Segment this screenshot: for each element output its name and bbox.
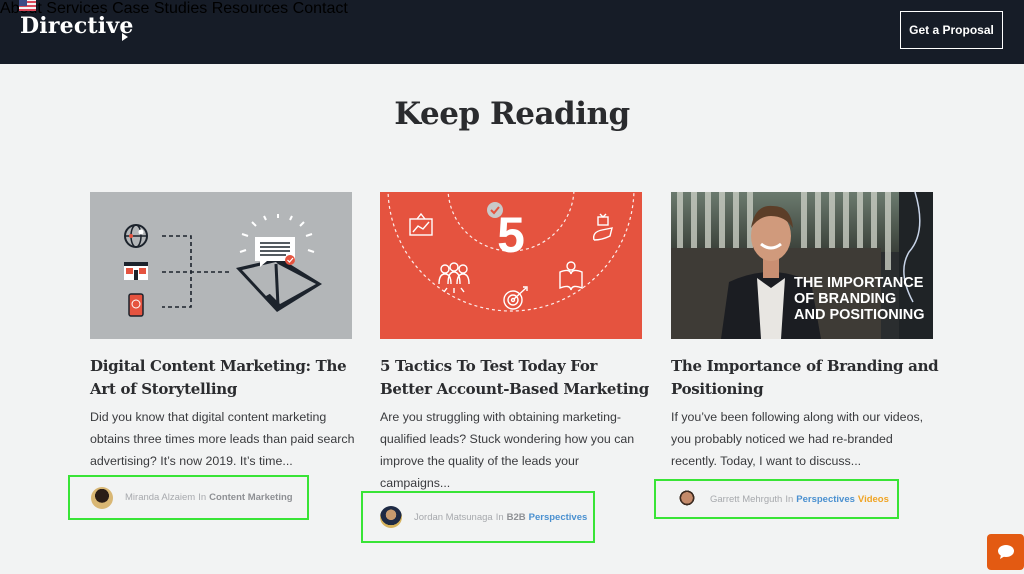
article-meta: Miranda Alzaiem In Content Marketing [68, 475, 309, 520]
abm-tactics-illustration: 5 [387, 192, 635, 312]
author-avatar [91, 486, 113, 509]
category-link[interactable]: Perspectives [796, 494, 855, 505]
article-excerpt: Are you struggling with obtaining market… [380, 410, 635, 490]
category-link[interactable]: B2B [507, 512, 526, 523]
site-header: Directive About Services Case Studies Re… [0, 0, 1024, 64]
svg-text:AND POSITIONING: AND POSITIONING [794, 307, 925, 323]
check-badge-icon [487, 202, 503, 218]
article-excerpt: If you’ve been following along with our … [671, 410, 924, 468]
category-link[interactable]: Perspectives [529, 512, 588, 523]
category-link[interactable]: Content Marketing [209, 492, 292, 503]
webpage-icon [124, 262, 148, 280]
nav-contact[interactable]: Contact [293, 0, 348, 17]
chat-bubble-icon [997, 545, 1014, 559]
section-title: Keep Reading [394, 96, 630, 132]
svg-text:THE IMPORTANCE: THE IMPORTANCE [794, 275, 924, 291]
get-proposal-button[interactable]: Get a Proposal [900, 11, 1003, 49]
open-book-icon [236, 258, 322, 312]
article-thumbnail[interactable]: 5 [380, 192, 642, 339]
svg-text:OF BRANDING: OF BRANDING [794, 291, 896, 307]
article-meta: Garrett Mehrguth In Perspectives Videos [654, 479, 899, 519]
article-thumbnail[interactable] [90, 192, 352, 339]
in-label: In [495, 511, 504, 523]
reader-icon [559, 261, 583, 291]
author-name[interactable]: Miranda Alzaiem [125, 492, 195, 503]
gift-hand-icon [592, 213, 613, 241]
nav-resources[interactable]: Resources [212, 0, 288, 17]
article-title[interactable]: Digital Content Marketing: The Art of St… [90, 355, 360, 401]
author-avatar [676, 488, 698, 510]
article-thumbnail[interactable]: THE IMPORTANCE OF BRANDING AND POSITIONI… [671, 192, 933, 339]
branding-video-thumbnail: THE IMPORTANCE OF BRANDING AND POSITIONI… [671, 192, 933, 339]
author-name[interactable]: Garrett Mehrguth [710, 494, 782, 505]
article-excerpt: Did you know that digital content market… [90, 410, 355, 468]
in-label: In [198, 492, 207, 503]
phone-icon [128, 293, 144, 317]
chat-widget-button[interactable] [987, 534, 1024, 570]
article-meta: Jordan Matsunaga In B2B Perspectives [361, 491, 595, 543]
us-flag-icon[interactable] [19, 0, 36, 11]
category-link[interactable]: Videos [858, 494, 889, 505]
team-icon [438, 262, 470, 293]
article-title[interactable]: 5 Tactics To Test Today For Better Accou… [380, 355, 650, 401]
number-five: 5 [497, 207, 525, 263]
site-logo[interactable]: Directive [20, 13, 134, 39]
target-icon [503, 286, 528, 310]
globe-icon [124, 224, 148, 248]
author-avatar [380, 506, 402, 528]
logo-arrow-icon [122, 33, 128, 41]
chart-board-icon [409, 212, 433, 236]
in-label: In [785, 493, 794, 505]
content-storytelling-illustration [124, 214, 322, 317]
connector-lines [162, 235, 229, 308]
author-name[interactable]: Jordan Matsunaga [414, 512, 493, 523]
article-title[interactable]: The Importance of Branding and Positioni… [671, 355, 941, 401]
